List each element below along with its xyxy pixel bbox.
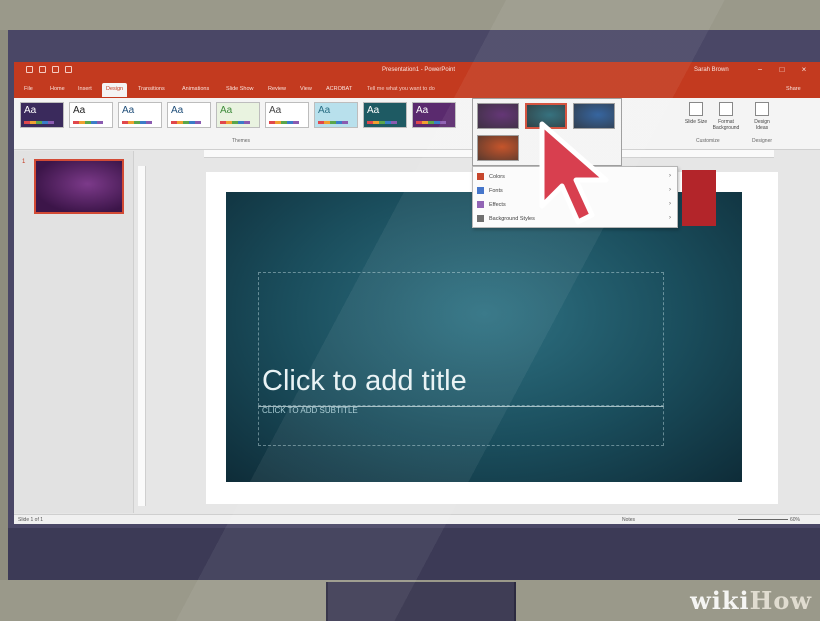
menu-item-label: Fonts [489,188,503,194]
maximize-button[interactable]: □ [776,65,788,75]
tab-review[interactable]: Review [268,86,286,92]
chevron-right-icon: › [669,173,671,179]
theme-label: Aa [171,105,184,116]
slide-thumbnails-pane: 1 [14,151,134,513]
theme-thumbnail[interactable]: Aa [412,102,456,128]
theme-label: Aa [367,105,380,116]
theme-thumbnail[interactable]: Aa [216,102,260,128]
menu-item-label: Background Styles [489,216,535,222]
theme-thumbnail[interactable]: Aa [265,102,309,128]
menu-item-icon [477,187,484,194]
theme-thumbnail[interactable]: Aa [20,102,64,128]
status-bar: Slide 1 of 1 Notes 60% [14,514,820,524]
tab-file[interactable]: File [24,86,33,92]
redo-icon[interactable] [52,66,59,73]
close-button[interactable]: × [798,65,810,75]
theme-label: Aa [416,105,429,116]
theme-color-bar [220,121,250,124]
user-name[interactable]: Sarah Brown [694,67,729,73]
theme-label: Aa [318,105,331,116]
color-swatch [682,170,716,226]
wikihow-watermark: wikiHow [690,586,812,615]
chevron-right-icon: › [669,201,671,207]
wall-top [0,0,820,30]
menu-item-icon [477,215,484,222]
slide-size-button[interactable]: Slide Size [682,102,710,125]
title-bar: Presentation1 - PowerPoint Sarah Brown −… [14,62,820,80]
slide-size-icon [689,102,703,116]
title-placeholder-text: Click to add title [262,365,467,397]
tab-slide-show[interactable]: Slide Show [226,86,254,92]
slide-count: Slide 1 of 1 [18,517,44,523]
ribbon-tabs: File Home Insert Design Transitions Anim… [14,80,820,98]
tab-insert[interactable]: Insert [78,86,92,92]
design-ideas-label: Design Ideas [754,119,770,131]
theme-color-bar [24,121,54,124]
vertical-ruler [138,166,146,506]
menu-item-icon [477,201,484,208]
document-title: Presentation1 - PowerPoint [382,67,456,73]
format-background-icon [719,102,733,116]
watermark-brand-how: How [749,586,812,615]
theme-label: Aa [269,105,282,116]
watermark-brand: wiki [690,586,750,615]
theme-color-bar [318,121,348,124]
variant-thumbnail[interactable] [477,103,519,129]
variant-thumbnail[interactable] [477,135,519,161]
autosave-icon[interactable] [26,66,33,73]
monitor-stand [326,582,516,621]
theme-thumbnail[interactable]: Aa [363,102,407,128]
customize-group-label: Customize [696,138,720,144]
menu-item-label: Effects [489,202,506,208]
tab-transitions[interactable]: Transitions [138,86,165,92]
designer-group-label: Designer [752,138,773,144]
share-button[interactable]: Share [786,86,801,92]
theme-label: Aa [122,105,135,116]
chevron-right-icon: › [669,187,671,193]
design-ideas-button[interactable]: Design Ideas [748,102,776,131]
theme-thumbnail[interactable]: Aa [167,102,211,128]
theme-thumbnail[interactable]: Aa [118,102,162,128]
format-background-label: Format Background [712,119,740,131]
design-ideas-icon [755,102,769,116]
menu-item-icon [477,173,484,180]
slide-thumbnail-1[interactable] [34,159,124,214]
theme-color-bar [73,121,103,124]
zoom-level[interactable]: 60% [790,517,800,523]
undo-icon[interactable] [39,66,46,73]
chevron-right-icon: › [669,215,671,221]
theme-thumbnail[interactable]: Aa [69,102,113,128]
quick-access-toolbar [26,66,72,73]
tab-animations[interactable]: Animations [182,86,209,92]
monitor-chin [8,528,820,582]
theme-thumbnail[interactable]: Aa [314,102,358,128]
format-background-button[interactable]: Format Background [712,102,740,131]
theme-label: Aa [73,105,86,116]
zoom-slider[interactable] [738,519,788,520]
theme-label: Aa [24,105,37,116]
notes-button[interactable]: Notes [622,517,635,523]
save-icon[interactable] [65,66,72,73]
subtitle-placeholder-text: CLICK TO ADD SUBTITLE [262,406,358,415]
minimize-button[interactable]: − [754,65,766,75]
theme-color-bar [269,121,299,124]
theme-color-bar [171,121,201,124]
slide-number: 1 [22,159,26,165]
powerpoint-window: Presentation1 - PowerPoint Sarah Brown −… [14,62,820,524]
menu-item-label: Colors [489,174,505,180]
tab-home[interactable]: Home [50,86,65,92]
slide-size-label: Slide Size [684,119,708,125]
tab-design[interactable]: Design [102,83,128,97]
theme-label: Aa [220,105,233,116]
theme-color-bar [416,121,446,124]
theme-color-bar [122,121,152,124]
tab-acrobat[interactable]: ACROBAT [326,86,352,92]
design-ribbon: Aa Aa Aa Aa Aa Aa Aa Aa Aa Themes Slide Size For… [14,98,820,150]
mouse-cursor-icon [539,121,609,225]
themes-group-label: Themes [232,138,251,144]
theme-color-bar [367,121,397,124]
tell-me-search[interactable]: Tell me what you want to do [367,86,435,92]
tab-view[interactable]: View [300,86,312,92]
